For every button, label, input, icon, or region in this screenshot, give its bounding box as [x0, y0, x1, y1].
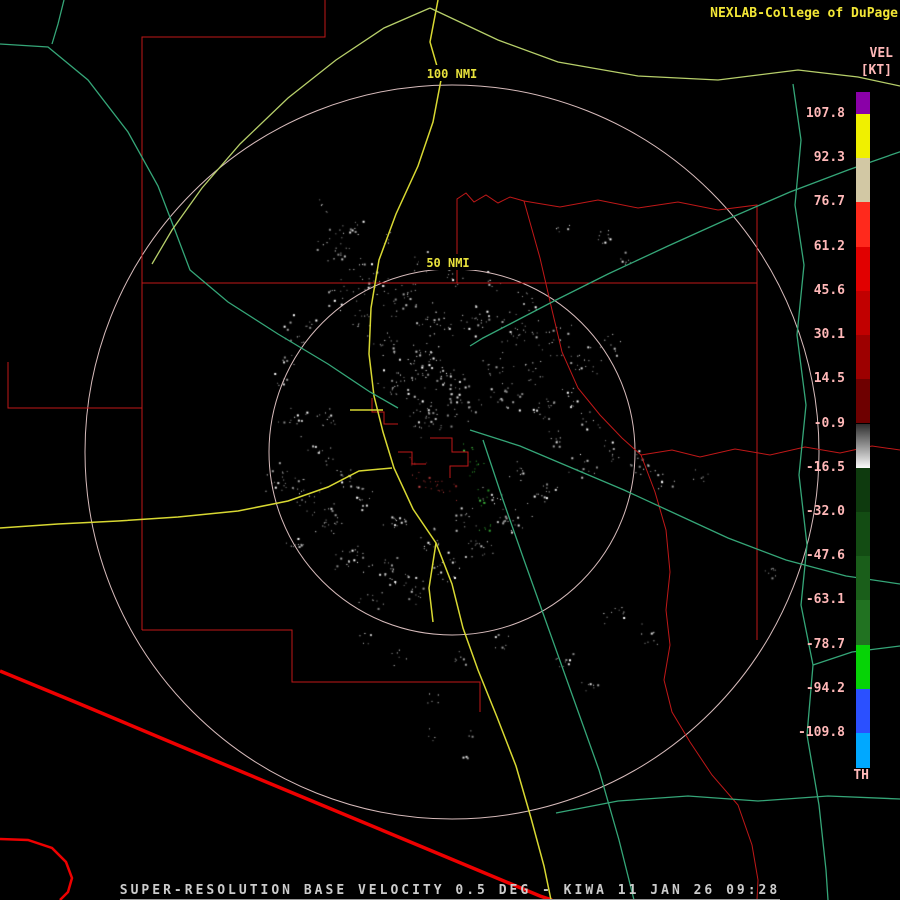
colorbar-ticks: 107.8 92.3 76.7 61.2 45.6 30.1 14.5 -0.9 -16.5 -3…	[755, 0, 845, 900]
radar-display: 100 NMI 50 NMI NEXLAB-College of DuPage …	[0, 0, 900, 900]
colorbar-segment	[856, 467, 870, 512]
product-caption: SUPER-RESOLUTION BASE VELOCITY 0.5 DEG -…	[119, 883, 781, 900]
footer: SUPER-RESOLUTION BASE VELOCITY 0.5 DEG -…	[0, 879, 900, 900]
colorbar-tick: 30.1	[813, 327, 845, 343]
colorbar-segment	[856, 644, 870, 689]
colorbar-segment	[856, 556, 870, 601]
colorbar-segment	[856, 202, 870, 247]
colorbar-tick: -47.6	[805, 548, 845, 564]
colorbar-segment	[856, 688, 870, 733]
colorbar-segment	[856, 511, 870, 557]
colorbar-tick: 107.8	[805, 106, 845, 121]
colorbar-tick: -16.5	[805, 459, 845, 475]
colorbar-tick: 45.6	[813, 282, 845, 298]
colorbar-tick: 92.3	[813, 150, 845, 166]
colorbar-segment	[856, 158, 870, 203]
colorbar-bar	[856, 0, 870, 900]
range-ring-label-100: 100 NMI	[427, 67, 478, 81]
colorbar-segment	[856, 114, 870, 159]
colorbar-tick: -94.2	[805, 680, 845, 696]
colorbar-tick: -63.1	[805, 592, 845, 608]
colorbar-tick: -109.8	[798, 725, 845, 740]
colorbar-tick: -0.9	[813, 415, 845, 431]
colorbar-tick: 76.7	[813, 194, 845, 210]
range-ring-label-50: 50 NMI	[426, 256, 469, 270]
colorbar-segment	[856, 600, 870, 645]
colorbar-tick: 14.5	[813, 371, 845, 387]
colorbar-title: VEL	[869, 46, 893, 61]
colorbar-segment	[856, 733, 870, 768]
colorbar-segment	[856, 379, 870, 424]
yellow-highways	[0, 0, 552, 900]
colorbar-segment	[856, 290, 870, 336]
colorbar-bottom-label: TH	[853, 768, 869, 783]
colorbar-tick: 61.2	[813, 238, 845, 254]
state-border	[0, 669, 553, 900]
colorbar-segment	[856, 423, 870, 468]
colorbar-tick: -32.0	[805, 503, 845, 519]
colorbar-tick: -78.7	[805, 636, 845, 652]
colorbar-segment	[856, 92, 870, 114]
colorbar-segment	[856, 246, 870, 291]
colorbar-segment	[856, 335, 870, 380]
